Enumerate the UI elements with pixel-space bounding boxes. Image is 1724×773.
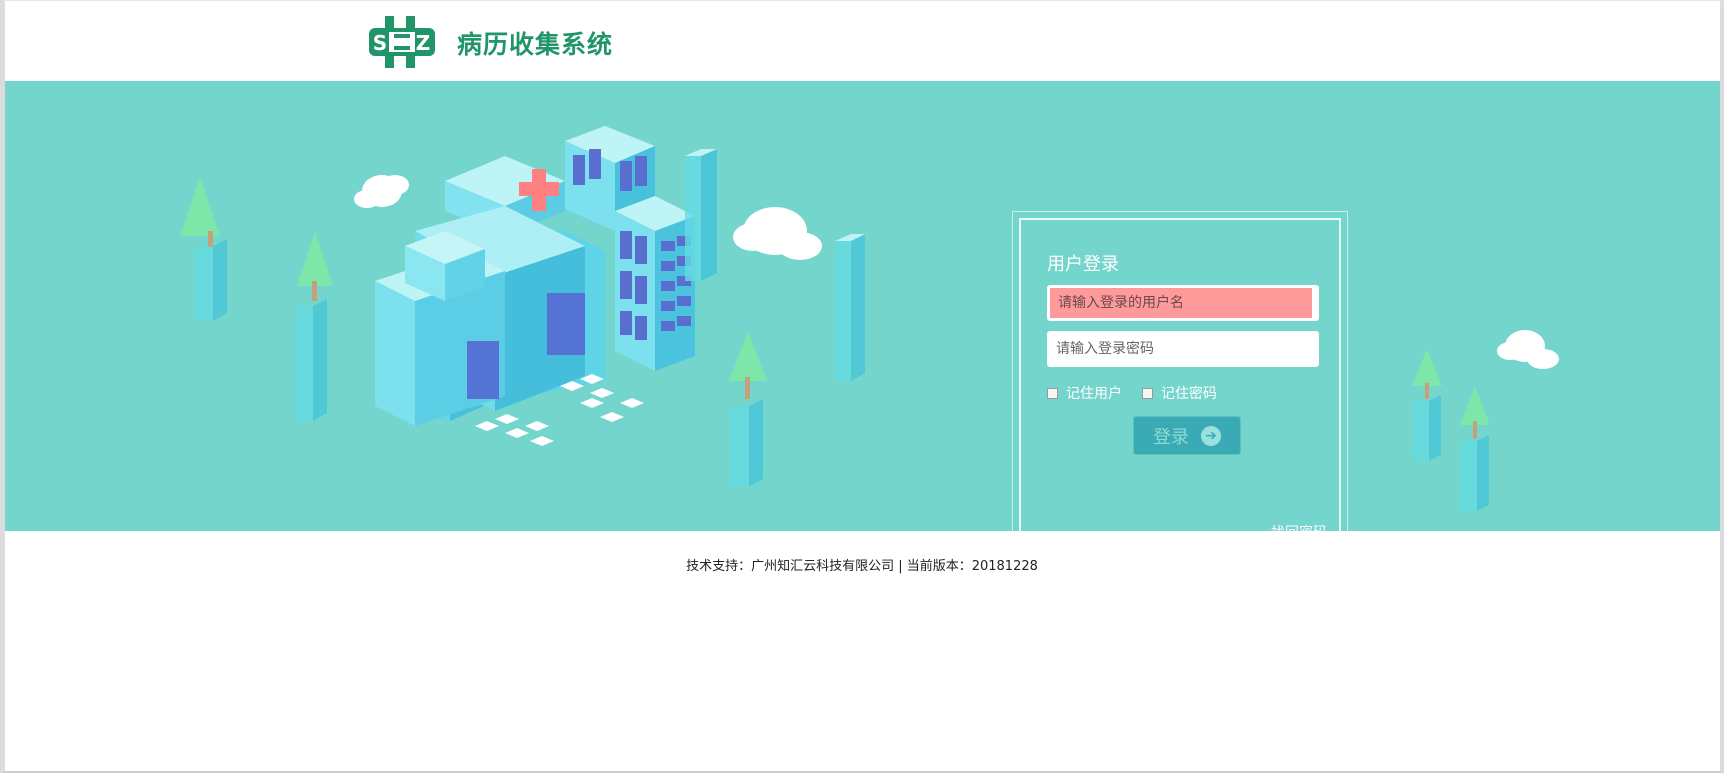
login-button-label: 登录 (1153, 426, 1189, 448)
remember-password-option[interactable]: 记住密码 (1142, 383, 1217, 403)
remember-password-label: 记住密码 (1161, 386, 1217, 402)
login-panel-inner: 用户登录 记住用户 记住密码 登录 ➔ 找回密码 (1019, 218, 1341, 531)
svg-text:Z: Z (416, 31, 431, 55)
tower-center-right (835, 234, 865, 381)
remember-user-checkbox[interactable] (1047, 387, 1058, 399)
arrow-right-icon: ➔ (1201, 425, 1221, 446)
svg-text:S: S (373, 31, 387, 55)
tower-tree-4 (1412, 349, 1442, 461)
tower-tree-3 (729, 331, 767, 486)
password-input[interactable] (1047, 331, 1319, 367)
remember-user-option[interactable]: 记住用户 (1047, 383, 1122, 403)
hospital-illustration (180, 126, 1559, 511)
login-button[interactable]: 登录 ➔ (1133, 416, 1241, 455)
cloud-center (733, 207, 822, 260)
footer-text: 技术支持：广州知汇云科技有限公司 | 当前版本：20181228 (686, 559, 1038, 574)
app-title: 病历收集系统 (457, 30, 614, 59)
tower-tree-5 (1460, 386, 1490, 511)
tower-tree-1 (180, 177, 227, 321)
tower-mid (685, 149, 717, 281)
cloud-right (1497, 330, 1559, 369)
cloud-left (354, 175, 409, 208)
find-password-link[interactable]: 找回密码 (1271, 522, 1327, 531)
login-banner: 用户登录 记住用户 记住密码 登录 ➔ 找回密码 (5, 81, 1720, 531)
header-bar: S Z 病历收集系统 (5, 1, 1720, 81)
remember-password-checkbox[interactable] (1142, 387, 1153, 399)
login-title: 用户登录 (1047, 254, 1119, 275)
remember-user-label: 记住用户 (1066, 386, 1122, 402)
login-panel: 用户登录 记住用户 记住密码 登录 ➔ 找回密码 (1012, 211, 1348, 531)
username-input[interactable] (1047, 285, 1319, 321)
logo-icon: S Z (369, 16, 435, 68)
hospital-building (375, 126, 695, 426)
tower-tree-2 (295, 231, 333, 421)
